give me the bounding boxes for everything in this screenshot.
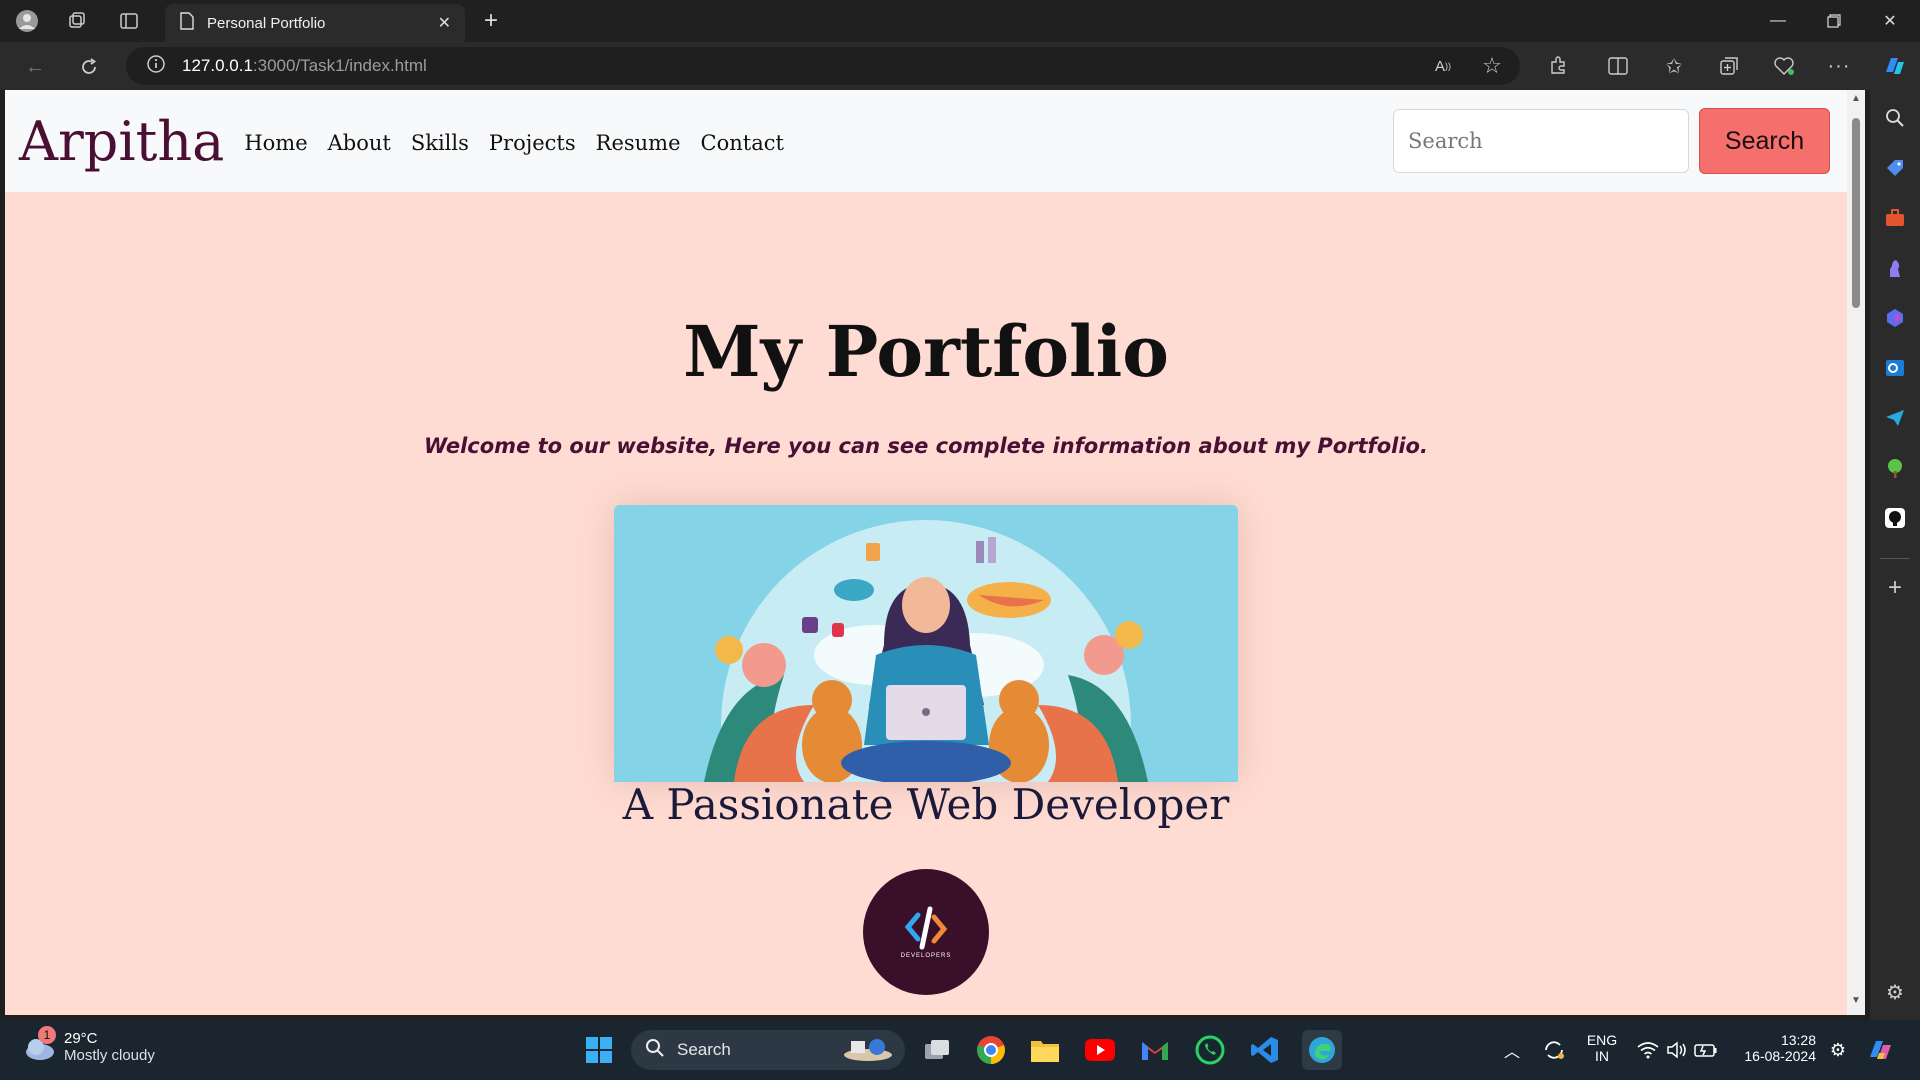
weather-widget[interactable]: 1 29°C Mostly cloudy	[22, 1026, 155, 1064]
site-nav-links: Home About Skills Projects Resume Contac…	[244, 131, 804, 155]
code-slash-icon	[904, 906, 948, 950]
close-tab-icon[interactable]: ✕	[438, 13, 451, 33]
clock-time: 13:28	[1780, 1032, 1816, 1048]
cloudy-weather-icon: 1	[22, 1026, 56, 1064]
nav-link-projects[interactable]: Projects	[489, 131, 576, 155]
back-icon[interactable]: ←	[20, 52, 50, 82]
developer-logo: DEVELOPERS	[863, 869, 989, 995]
minimize-icon[interactable]: —	[1750, 0, 1806, 42]
taskbar-search-label: Search	[677, 1040, 731, 1059]
weather-condition: Mostly cloudy	[64, 1047, 155, 1064]
page-icon	[179, 11, 195, 35]
whatsapp-icon[interactable]	[1192, 1032, 1228, 1068]
language-bottom: IN	[1595, 1048, 1609, 1064]
start-windows-icon[interactable]	[581, 1032, 617, 1068]
hero-illustration	[614, 505, 1238, 782]
scroll-down-icon[interactable]: ▼	[1851, 996, 1861, 1006]
workspaces-icon[interactable]	[64, 8, 90, 34]
github-icon[interactable]	[1881, 504, 1909, 532]
nav-link-about[interactable]: About	[328, 131, 391, 155]
collections-icon[interactable]	[1713, 50, 1745, 82]
extensions-icon[interactable]	[1542, 50, 1574, 82]
notification-settings-icon[interactable]: ⚙	[1820, 1032, 1856, 1068]
taskbar-search-icon	[645, 1038, 665, 1063]
address-bar[interactable]: 127.0.0.1:3000/Task1/index.html	[126, 47, 1520, 85]
nav-link-skills[interactable]: Skills	[411, 131, 469, 155]
tree-icon[interactable]	[1881, 454, 1909, 482]
youtube-icon[interactable]	[1082, 1032, 1118, 1068]
nav-link-contact[interactable]: Contact	[701, 131, 784, 155]
scroll-up-icon[interactable]: ▲	[1851, 94, 1861, 104]
tagline: A Passionate Web Developer	[622, 780, 1230, 829]
read-aloud-icon[interactable]: A))	[1427, 50, 1459, 82]
browser-toolbar: ← 127.0.0.1:3000/Task1/index.html A)) ☆ …	[0, 42, 1920, 90]
site-search-input[interactable]: Search	[1393, 109, 1689, 173]
chrome-icon[interactable]	[973, 1032, 1009, 1068]
outlook-icon[interactable]	[1881, 354, 1909, 382]
restore-icon[interactable]	[1806, 0, 1862, 42]
profile-icon[interactable]	[14, 8, 40, 34]
tools-briefcase-icon[interactable]	[1881, 204, 1909, 232]
search-icon[interactable]	[1881, 104, 1909, 132]
sidebar-settings-icon[interactable]: ⚙	[1881, 978, 1909, 1006]
windows-taskbar: 1 29°C Mostly cloudy Search ︿ ENG IN 13:…	[0, 1020, 1920, 1080]
favorite-star-icon[interactable]: ☆	[1476, 50, 1508, 82]
site-navbar: Arpitha Home About Skills Projects Resum…	[5, 90, 1847, 192]
welcome-text: Welcome to our website, Here you can see…	[424, 434, 1428, 458]
clock-date: 16-08-2024	[1744, 1048, 1816, 1064]
more-options-icon[interactable]: ···	[1823, 50, 1855, 82]
taskbar-search[interactable]: Search	[631, 1030, 905, 1070]
weather-notification-badge: 1	[38, 1026, 56, 1044]
site-brand[interactable]: Arpitha	[19, 110, 224, 173]
clock[interactable]: 13:28 16-08-2024	[1730, 1032, 1818, 1064]
split-screen-icon[interactable]	[1602, 50, 1634, 82]
favorites-icon[interactable]: ✩	[1658, 50, 1690, 82]
language-top: ENG	[1586, 1032, 1618, 1048]
url-path: :3000/Task1/index.html	[252, 56, 427, 75]
vertical-tabs-icon[interactable]	[116, 8, 142, 34]
logo-text: DEVELOPERS	[900, 953, 952, 959]
sync-icon[interactable]	[1536, 1032, 1572, 1068]
copilot-icon[interactable]	[1878, 50, 1910, 82]
games-chess-icon[interactable]	[1881, 254, 1909, 282]
shopping-tag-icon[interactable]	[1881, 154, 1909, 182]
edge-taskbar-icon[interactable]	[1302, 1030, 1342, 1070]
vscode-icon[interactable]	[1247, 1032, 1283, 1068]
hidden-icons-chevron-icon[interactable]: ︿	[1494, 1032, 1530, 1068]
edge-sidebar: + ⚙	[1870, 90, 1920, 1020]
nav-link-home[interactable]: Home	[244, 131, 307, 155]
battery-icon[interactable]	[1688, 1032, 1724, 1068]
search-highlight-icon	[841, 1033, 895, 1068]
file-explorer-icon[interactable]	[1027, 1032, 1063, 1068]
add-sidebar-icon[interactable]: +	[1881, 574, 1909, 602]
scroll-thumb[interactable]	[1852, 118, 1860, 308]
webpage-viewport: Arpitha Home About Skills Projects Resum…	[5, 90, 1847, 1015]
nav-link-resume[interactable]: Resume	[596, 131, 681, 155]
page-scrollbar[interactable]: ▲ ▼	[1847, 90, 1865, 1015]
url-host: 127.0.0.1	[182, 56, 253, 75]
language-indicator[interactable]: ENG IN	[1582, 1032, 1622, 1064]
refresh-icon[interactable]	[74, 52, 104, 82]
browser-title-bar: Personal Portfolio ✕ + — ✕	[0, 0, 1920, 42]
site-info-icon[interactable]	[146, 54, 166, 79]
hero-title: My Portfolio	[683, 310, 1169, 393]
copilot-sidebar-icon[interactable]	[1881, 304, 1909, 332]
close-window-icon[interactable]: ✕	[1862, 0, 1918, 42]
new-tab-icon[interactable]: +	[478, 7, 504, 34]
task-view-icon[interactable]	[919, 1032, 955, 1068]
site-search-button[interactable]: Search	[1699, 108, 1830, 174]
telegram-send-icon[interactable]	[1881, 404, 1909, 432]
tab-personal-portfolio[interactable]: Personal Portfolio ✕	[165, 4, 465, 42]
gmail-icon[interactable]	[1137, 1032, 1173, 1068]
tab-title: Personal Portfolio	[207, 14, 326, 32]
browser-essentials-icon[interactable]	[1768, 50, 1800, 82]
weather-temperature: 29°C	[64, 1030, 98, 1047]
copilot-taskbar-icon[interactable]	[1862, 1032, 1898, 1068]
sidebar-divider	[1880, 558, 1910, 559]
